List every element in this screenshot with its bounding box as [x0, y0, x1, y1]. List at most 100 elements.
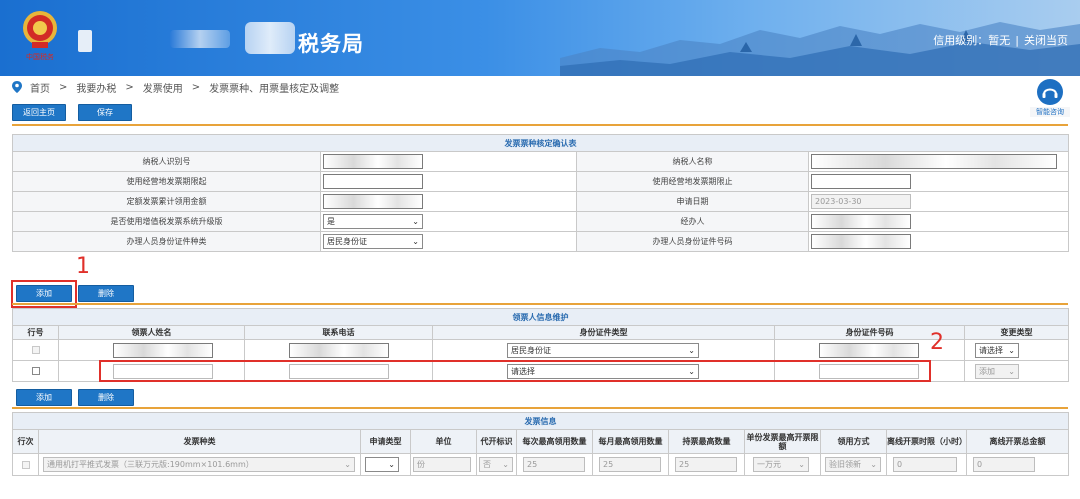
id-number-input[interactable]: [819, 342, 919, 358]
redacted-region: [78, 30, 92, 52]
taxpayer-id-field[interactable]: [323, 154, 423, 169]
apply-date-field: 2023-03-30: [811, 194, 911, 209]
breadcrumb-invoice-use[interactable]: 发票使用: [143, 80, 183, 95]
per-month-max-field: 25: [599, 457, 661, 472]
taxpayer-name-field[interactable]: [811, 154, 1057, 169]
separator: |: [1015, 34, 1019, 47]
header-links: 信用级别：暂无 | 关闭当页: [933, 32, 1068, 48]
max-hold-field: 25: [675, 457, 737, 472]
col-max-limit: 单份发票最高开票限额: [744, 429, 821, 454]
taxpayer-name-label: 纳税人名称: [576, 151, 809, 172]
redacted-region: [170, 30, 230, 48]
back-home-button[interactable]: 返回主页: [12, 104, 66, 121]
phone-input[interactable]: [289, 342, 389, 358]
max-limit-value: 一万元: [757, 460, 781, 469]
save-button[interactable]: 保存: [78, 104, 132, 121]
divider: [12, 303, 1068, 305]
col-agent-flag: 代开标识: [476, 429, 517, 454]
period-end-field[interactable]: [811, 174, 911, 189]
agent-flag-value: 否: [483, 460, 491, 469]
col-per-month-max: 每月最高领用数量: [592, 429, 669, 454]
handler-label: 经办人: [576, 211, 809, 232]
col-row: 行次: [12, 429, 39, 454]
delete-invoice-button[interactable]: 删除: [78, 389, 134, 406]
invoice-type-value: 通用机打平推式发票（三联万元版:190mm×101.6mm）: [47, 460, 254, 469]
table-row: 通用机打平推式发票（三联万元版:190mm×101.6mm） ⌄ ⌄ 份 否 ⌄ 2…: [12, 453, 1069, 476]
redacted-region: [245, 22, 295, 54]
add-collector-button[interactable]: 添加: [16, 285, 72, 302]
col-max-hold: 持票最高数量: [668, 429, 745, 454]
collect-method-value: 验旧领新: [829, 460, 861, 469]
annotation-highlight-new-row: [99, 360, 931, 382]
chevron-down-icon: ⌄: [412, 217, 419, 226]
smart-consult-label: 智能咨询: [1030, 107, 1070, 117]
col-apply-type: 申请类型: [360, 429, 411, 454]
col-offline-hours: 离线开票时限（小时）: [886, 429, 967, 454]
chevron-down-icon: ⌄: [1008, 345, 1015, 355]
chevron-down-icon: ⌄: [688, 345, 695, 355]
change-type-value: 请选择: [979, 345, 1003, 355]
offline-amount-field: 0: [973, 457, 1035, 472]
breadcrumb-tax-service[interactable]: 我要办税: [76, 80, 116, 95]
col-change-type: 变更类型: [964, 325, 1069, 340]
add-invoice-button[interactable]: 添加: [16, 389, 72, 406]
offline-hours-field: 0: [893, 457, 957, 472]
upgrade-system-select[interactable]: 是 ⌄: [323, 214, 423, 229]
svg-text:中国税务: 中国税务: [26, 52, 54, 61]
delete-collector-button[interactable]: 删除: [78, 285, 134, 302]
col-per-time-max: 每次最高领用数量: [516, 429, 593, 454]
change-type-select: 添加 ⌄: [975, 363, 1019, 379]
chevron-down-icon: ⌄: [1008, 366, 1015, 376]
chevron-down-icon: ⌄: [344, 460, 351, 469]
divider: [12, 124, 1068, 126]
agent-flag-select: 否 ⌄: [479, 457, 513, 472]
apply-type-select[interactable]: ⌄: [365, 457, 399, 472]
chevron-down-icon: ⌄: [388, 460, 395, 469]
unit-field: 份: [413, 457, 471, 472]
site-title: 税务局: [298, 32, 364, 56]
divider: [12, 407, 1068, 409]
period-end-label: 使用经营地发票期限止: [576, 171, 809, 192]
breadcrumb-separator: >: [59, 81, 68, 93]
id-type-label: 办理人员身份证件种类: [12, 231, 321, 252]
quota-amount-field[interactable]: [323, 194, 423, 209]
breadcrumb-home[interactable]: 首页: [30, 80, 50, 95]
period-start-label: 使用经营地发票期限起: [12, 171, 321, 192]
handler-field[interactable]: [811, 214, 911, 229]
headset-icon: [1037, 79, 1063, 105]
invoice-info-table: 发票信息 行次 发票种类 申请类型 单位 代开标识 每次最高领用数量 每月最高领…: [12, 412, 1069, 476]
change-type-value: 添加: [979, 366, 995, 376]
smart-consult-button[interactable]: 智能咨询: [1030, 79, 1070, 119]
credit-level-text: 信用级别：暂无: [933, 34, 1011, 47]
breadcrumb-separator: >: [125, 81, 134, 93]
col-id-type: 身份证件类型: [432, 325, 775, 340]
id-type-select[interactable]: 居民身份证 ⌄: [507, 342, 699, 358]
site-header: 中国税务 税务局 信用级别：暂无 | 关闭当页: [0, 0, 1080, 76]
upgrade-system-value: 是: [327, 217, 335, 226]
collector-name-input[interactable]: [113, 342, 213, 358]
close-page-link[interactable]: 关闭当页: [1024, 34, 1068, 47]
period-start-field[interactable]: [323, 174, 423, 189]
row-checkbox: [21, 460, 30, 469]
invoice-type-select: 通用机打平推式发票（三联万元版:190mm×101.6mm） ⌄: [43, 457, 355, 472]
chevron-down-icon: ⌄: [502, 460, 509, 469]
chevron-down-icon: ⌄: [870, 460, 877, 469]
row-checkbox[interactable]: [31, 346, 40, 354]
row-checkbox[interactable]: [31, 367, 40, 375]
id-number-field[interactable]: [811, 234, 911, 249]
id-number-label: 办理人员身份证件号码: [576, 231, 809, 252]
breadcrumb-current: 发票票种、用票量核定及调整: [209, 83, 340, 95]
col-row-number: 行号: [12, 325, 59, 340]
breadcrumb: 首页 > 我要办税 > 发票使用 > 发票票种、用票量核定及调整: [12, 80, 340, 95]
invoice-type-confirm-table: 发票票种核定确认表 纳税人识别号 纳税人名称 使用经营地发票期限起 使用经营地发…: [12, 134, 1069, 252]
apply-date-label: 申请日期: [576, 191, 809, 212]
id-type-select[interactable]: 居民身份证 ⌄: [323, 234, 423, 249]
col-unit: 单位: [410, 429, 477, 454]
collector-table-title: 领票人信息维护: [12, 308, 1069, 326]
id-type-value: 居民身份证: [327, 237, 367, 246]
taxpayer-id-label: 纳税人识别号: [12, 151, 321, 172]
upgrade-system-label: 是否使用增值税发票系统升级版: [12, 211, 321, 232]
change-type-select[interactable]: 请选择 ⌄: [975, 342, 1019, 358]
location-pin-icon: [12, 81, 22, 93]
col-collect-method: 领用方式: [820, 429, 887, 454]
